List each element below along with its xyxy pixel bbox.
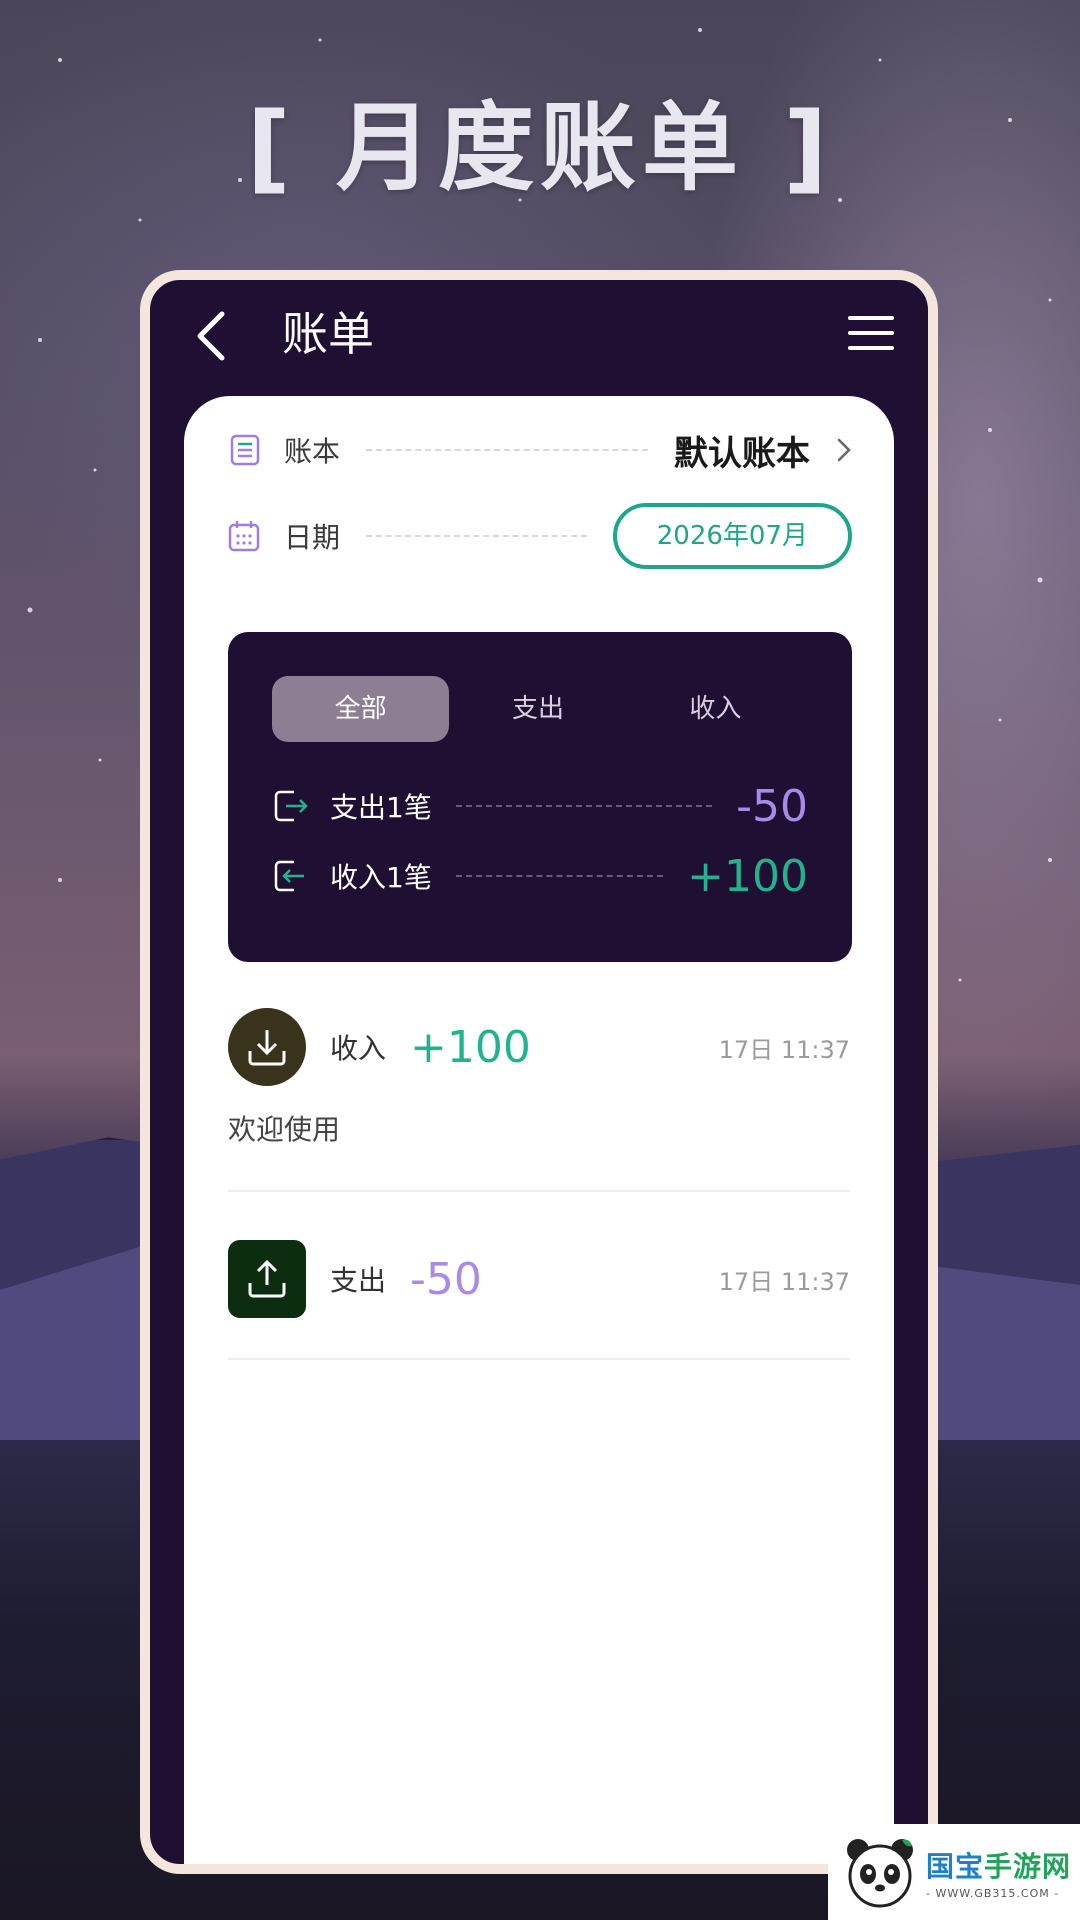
filter-tabs: 全部 支出 收入 bbox=[272, 676, 804, 742]
watermark-brand: 国宝手游网 bbox=[926, 1845, 1071, 1885]
ledger-row[interactable]: 账本 默认账本 bbox=[226, 415, 852, 485]
panda-logo-icon bbox=[847, 1839, 913, 1908]
transaction-time: 17日 11:37 bbox=[718, 1035, 850, 1064]
phone-frame: 账单 账本 默认账本 日期 2026年07月 全部 支出 收入 支出1笔 -50… bbox=[140, 270, 938, 1874]
expense-summary-row: 支出1笔 -50 bbox=[272, 776, 808, 836]
tab-all[interactable]: 全部 bbox=[272, 676, 450, 742]
expense-count-label: 支出1笔 bbox=[330, 791, 432, 824]
upload-icon bbox=[228, 1240, 306, 1318]
dashed-divider bbox=[455, 875, 664, 877]
site-watermark: 国宝手游网 - WWW.GB315.COM - bbox=[828, 1824, 1080, 1920]
transaction-item[interactable]: 支出 -50 17日 11:37 bbox=[228, 1239, 850, 1319]
ledger-label: 账本 bbox=[284, 435, 341, 468]
date-row: 日期 2026年07月 bbox=[226, 501, 852, 571]
income-count-label: 收入1笔 bbox=[330, 861, 432, 894]
income-total: +100 bbox=[687, 850, 808, 902]
transaction-amount: +100 bbox=[410, 1021, 531, 1073]
list-divider bbox=[228, 1358, 850, 1360]
chevron-right-icon bbox=[837, 438, 851, 462]
top-bar: 账单 bbox=[150, 280, 928, 390]
transaction-type: 收入 bbox=[330, 1032, 387, 1065]
transaction-note: 欢迎使用 bbox=[228, 1113, 341, 1146]
list-icon bbox=[230, 434, 260, 466]
watermark-url: - WWW.GB315.COM - bbox=[926, 1886, 1060, 1900]
page-headline: [ 月度账单 ] bbox=[246, 92, 834, 204]
hamburger-menu-icon[interactable] bbox=[848, 316, 894, 354]
expense-total: -50 bbox=[736, 780, 808, 832]
dashed-divider bbox=[455, 805, 713, 807]
transaction-type: 支出 bbox=[330, 1264, 387, 1297]
dashed-divider bbox=[366, 535, 587, 537]
calendar-icon bbox=[228, 521, 260, 552]
date-picker-button[interactable]: 2026年07月 bbox=[612, 503, 852, 569]
content-card: 账本 默认账本 日期 2026年07月 全部 支出 收入 支出1笔 -50 收入… bbox=[184, 396, 894, 1864]
tab-income[interactable]: 收入 bbox=[627, 676, 804, 742]
ledger-value: 默认账本 bbox=[674, 433, 810, 474]
watermark-brand-part1: 国宝 bbox=[926, 1849, 985, 1883]
expense-arrow-icon bbox=[274, 790, 308, 822]
dashed-divider bbox=[366, 449, 648, 451]
page-title: 账单 bbox=[282, 307, 374, 361]
income-summary-row: 收入1笔 +100 bbox=[272, 846, 808, 906]
transaction-item[interactable]: 收入 +100 17日 11:37 bbox=[228, 1007, 850, 1087]
chevron-left-icon[interactable] bbox=[190, 308, 234, 364]
list-divider bbox=[228, 1190, 850, 1192]
download-icon bbox=[228, 1008, 306, 1086]
transaction-time: 17日 11:37 bbox=[718, 1267, 850, 1296]
income-arrow-icon bbox=[274, 860, 304, 892]
tab-expense[interactable]: 支出 bbox=[449, 676, 626, 742]
transaction-amount: -50 bbox=[410, 1253, 482, 1305]
summary-panel: 全部 支出 收入 支出1笔 -50 收入1笔 +100 bbox=[228, 632, 852, 962]
watermark-brand-part2: 手游网 bbox=[984, 1849, 1072, 1883]
date-label: 日期 bbox=[284, 521, 341, 554]
